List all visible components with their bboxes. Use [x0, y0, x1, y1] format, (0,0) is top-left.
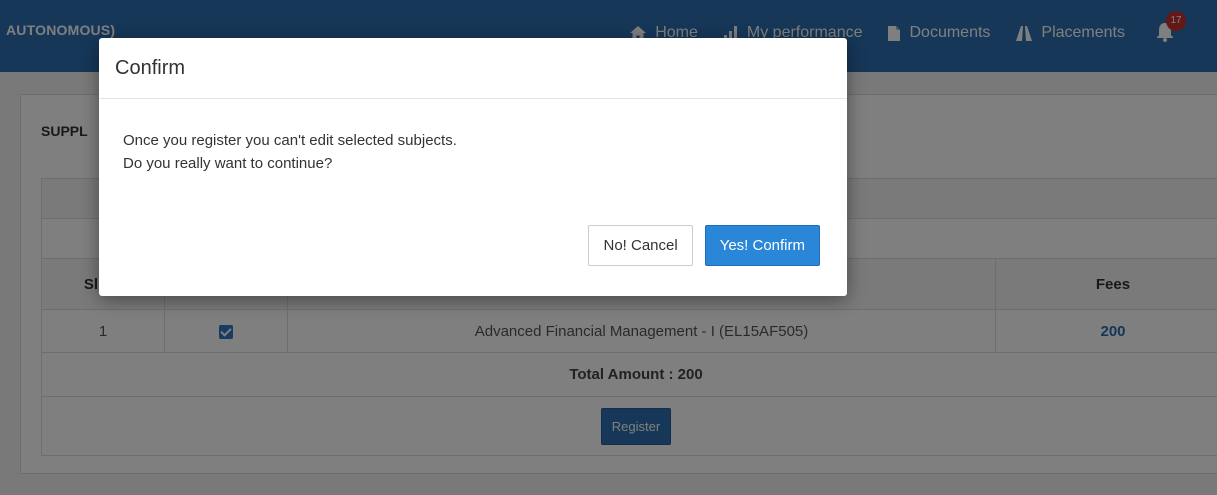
dialog-message-line-2: Do you really want to continue?: [123, 155, 333, 172]
confirm-button[interactable]: Yes! Confirm: [704, 225, 820, 266]
dialog-footer: No! Cancel Yes! Confirm: [588, 225, 820, 266]
confirm-dialog: Confirm Once you register you can't edit…: [99, 38, 847, 296]
dialog-header: Confirm: [99, 38, 847, 99]
dialog-title: Confirm: [115, 56, 186, 79]
dialog-body: Once you register you can't edit selecte…: [99, 99, 847, 175]
dialog-message-line-1: Once you register you can't edit selecte…: [123, 132, 457, 149]
cancel-button[interactable]: No! Cancel: [588, 225, 693, 266]
